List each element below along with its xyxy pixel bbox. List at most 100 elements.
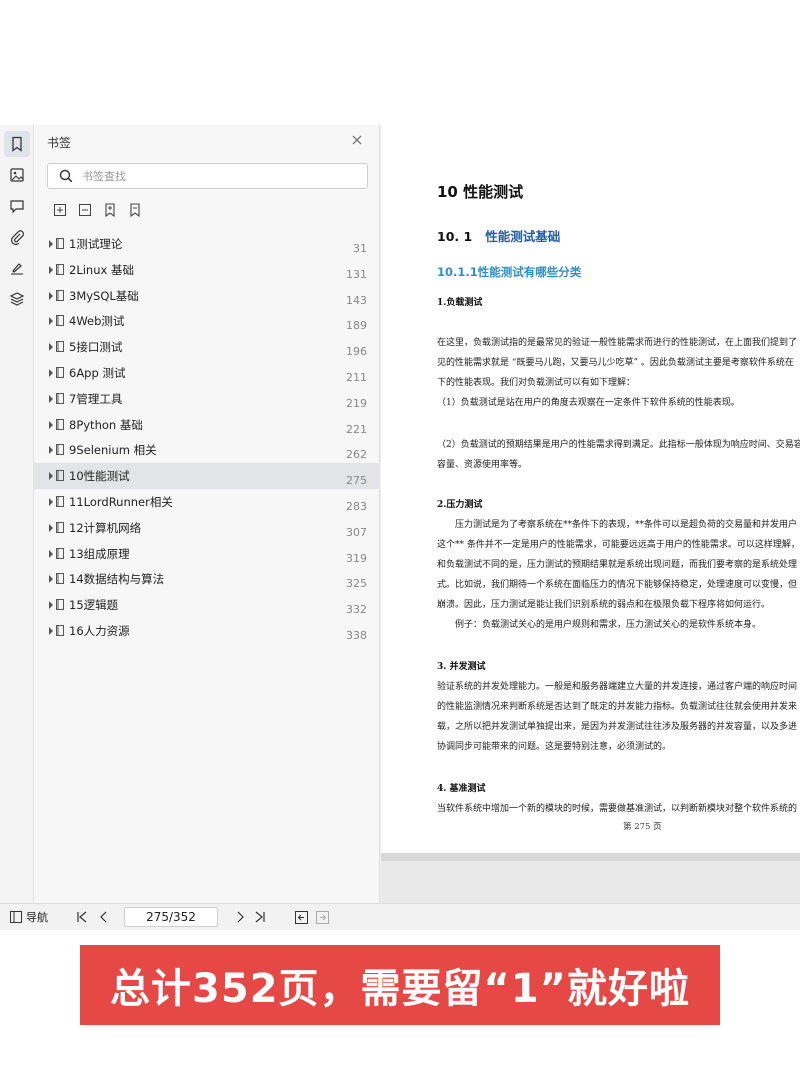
layers-rail-button[interactable] xyxy=(4,286,30,312)
heading-benchmark-test: 4. 基准测试 xyxy=(437,781,486,794)
expand-arrow-icon[interactable] xyxy=(47,549,55,559)
image-rail-button[interactable] xyxy=(4,162,30,188)
bookmark-doc-icon xyxy=(56,548,64,559)
bookmark-label: 12计算机网络 xyxy=(69,520,141,536)
bookmark-item[interactable]: 13组成原理319 xyxy=(34,541,380,567)
comment-rail-button[interactable] xyxy=(4,193,30,219)
first-page-button[interactable] xyxy=(74,909,90,925)
back-view-button[interactable] xyxy=(293,909,309,925)
bookmark-item[interactable]: 15逻辑题332 xyxy=(34,592,380,618)
collapse-all-button[interactable] xyxy=(77,202,93,218)
bookmark-label: 16人力资源 xyxy=(69,623,130,639)
expand-arrow-icon[interactable] xyxy=(47,420,55,430)
expand-arrow-icon[interactable] xyxy=(47,626,55,636)
bookmark-doc-icon xyxy=(56,496,64,507)
expand-arrow-icon[interactable] xyxy=(47,342,55,352)
bookmark-item[interactable]: 1测试理论 31 xyxy=(34,231,380,257)
bookmark-doc-icon xyxy=(56,290,64,301)
last-page-button[interactable] xyxy=(252,909,268,925)
expand-arrow-icon[interactable] xyxy=(47,239,55,249)
paragraph-line: 例子：负载测试关心的是用户规则和需求，压力测试关心的是软件系统本身。 xyxy=(455,617,761,630)
bookmark-item[interactable]: 6App 测试211 xyxy=(34,360,380,386)
paragraph-line: 式。比如说，我们期待一个系统在面临压力的情况下能够保持稳定，处理速度可以变慢，但 xyxy=(437,577,797,590)
paragraph-line: 这个** 条件并不一定是用户的性能需求，可能要远远高于用户的性能需求。可以这样理… xyxy=(437,537,800,550)
bookmark-page-number: 189 xyxy=(346,319,367,332)
bookmark-item[interactable]: 9Selenium 相关262 xyxy=(34,437,380,463)
layers-icon xyxy=(9,291,25,307)
forward-view-icon xyxy=(316,911,329,924)
expand-arrow-icon[interactable] xyxy=(47,316,55,326)
bookmark-label: 1测试理论 xyxy=(69,236,122,252)
bookmark-doc-icon xyxy=(56,393,64,404)
bookmark-item[interactable]: 14数据结构与算法325 xyxy=(34,566,380,592)
paragraph-line: 的性能监测情况来判断系统是否达到了既定的并发能力指标。负载测试往往就会使用并发来 xyxy=(437,699,797,712)
expand-all-button[interactable] xyxy=(52,202,68,218)
bookmark-search-box xyxy=(47,163,368,189)
bookmark-item[interactable]: 4Web测试189 xyxy=(34,308,380,334)
add-bookmark-button[interactable] xyxy=(102,202,118,218)
expand-arrow-icon[interactable] xyxy=(47,394,55,404)
expand-arrow-icon[interactable] xyxy=(47,574,55,584)
bookmark-item[interactable]: 10性能测试275 xyxy=(34,463,380,489)
subsection-title: 10.1.1性能测试有哪些分类 xyxy=(437,264,581,280)
signature-rail-button[interactable] xyxy=(4,255,30,281)
forward-view-button[interactable] xyxy=(314,909,330,925)
close-panel-button[interactable] xyxy=(348,131,366,149)
document-view[interactable]: 10 性能测试 10. 1 性能测试基础 10.1.1性能测试有哪些分类 1.负… xyxy=(381,125,800,903)
expand-arrow-icon[interactable] xyxy=(47,265,55,275)
page-gap xyxy=(381,853,800,861)
pdf-reader-window: 书签 1测试理论 31 2Linux 基础 131 3MySQL基础1434Web测试1… xyxy=(0,125,800,930)
pdf-page: 10 性能测试 10. 1 性能测试基础 10.1.1性能测试有哪些分类 1.负… xyxy=(381,125,800,853)
previous-page-button[interactable] xyxy=(96,909,112,925)
expand-arrow-icon[interactable] xyxy=(47,445,55,455)
bookmark-item[interactable]: 12计算机网络 307 xyxy=(34,515,380,541)
bookmark-page-number: 131 xyxy=(346,268,367,281)
bookmark-page-number: 221 xyxy=(346,423,367,436)
expand-arrow-icon[interactable] xyxy=(47,600,55,610)
bookmark-doc-icon xyxy=(56,573,64,584)
bookmark-item[interactable]: 8Python 基础221 xyxy=(34,412,380,438)
expand-arrow-icon[interactable] xyxy=(47,291,55,301)
expand-arrow-icon[interactable] xyxy=(47,523,55,533)
paragraph-line: 载，之所以把并发测试单独提出来，是因为并发测试往往涉及服务器的并发容量，以及多进 xyxy=(437,719,797,732)
bookmark-item[interactable]: 7管理工具219 xyxy=(34,386,380,412)
chevron-right-icon xyxy=(235,911,245,923)
panel-title: 书签 xyxy=(47,134,71,151)
tool-rail xyxy=(0,125,34,903)
expand-arrow-icon[interactable] xyxy=(47,471,55,481)
expand-arrow-icon[interactable] xyxy=(47,497,55,507)
bookmark-page-number: 283 xyxy=(346,500,367,513)
bookmark-label: 6App 测试 xyxy=(69,365,125,381)
bookmark-rail-button[interactable] xyxy=(4,131,30,157)
bookmark-doc-icon xyxy=(56,315,64,326)
bookmark-item[interactable]: 5接口测试196 xyxy=(34,334,380,360)
bookmark-item[interactable]: 2Linux 基础 131 xyxy=(34,257,380,283)
bookmark-label: 2Linux 基础 xyxy=(69,262,134,278)
remove-bookmark-button[interactable] xyxy=(127,202,143,218)
bookmark-page-number: 196 xyxy=(346,345,367,358)
navigation-label: 导航 xyxy=(26,909,48,925)
bookmark-search-input[interactable] xyxy=(82,167,358,185)
page-number-input[interactable] xyxy=(124,907,218,927)
bookmark-page-number: 31 xyxy=(353,242,367,255)
bookmark-doc-icon xyxy=(56,444,64,455)
bookmark-item[interactable]: 3MySQL基础143 xyxy=(34,283,380,309)
paragraph-line: （2）负载测试的预期结果是用户的性能需求得到满足。此指标一般体现为响应时间、交易… xyxy=(437,437,800,450)
paragraph-line: 协调同步可能带来的问题。这是要特别注意，必须测试的。 xyxy=(437,739,671,752)
expand-arrow-icon[interactable] xyxy=(47,368,55,378)
paragraph-line: 在这里，负载测试指的是最常见的验证一般性能需求而进行的性能测试，在上面我们提到了 xyxy=(437,335,797,348)
bookmark-page-number: 307 xyxy=(346,526,367,539)
bookmark-item[interactable]: 11LordRunner相关283 xyxy=(34,489,380,515)
collapse-icon xyxy=(78,203,92,217)
page-footer: 第 275 页 xyxy=(623,820,662,832)
next-page-button[interactable] xyxy=(232,909,248,925)
bookmark-label: 9Selenium 相关 xyxy=(69,442,157,458)
attachment-rail-button[interactable] xyxy=(4,224,30,250)
bookmark-label: 3MySQL基础 xyxy=(69,288,139,304)
section-name: 性能测试基础 xyxy=(485,229,560,244)
caption-text: 总计352页，需要留“1”就好啦 xyxy=(110,956,690,1014)
bookmark-item[interactable]: 16人力资源338 xyxy=(34,618,380,644)
back-view-icon xyxy=(295,911,308,924)
bookmark-page-number: 319 xyxy=(346,552,367,565)
navigation-toggle-button[interactable]: 导航 xyxy=(10,909,48,925)
